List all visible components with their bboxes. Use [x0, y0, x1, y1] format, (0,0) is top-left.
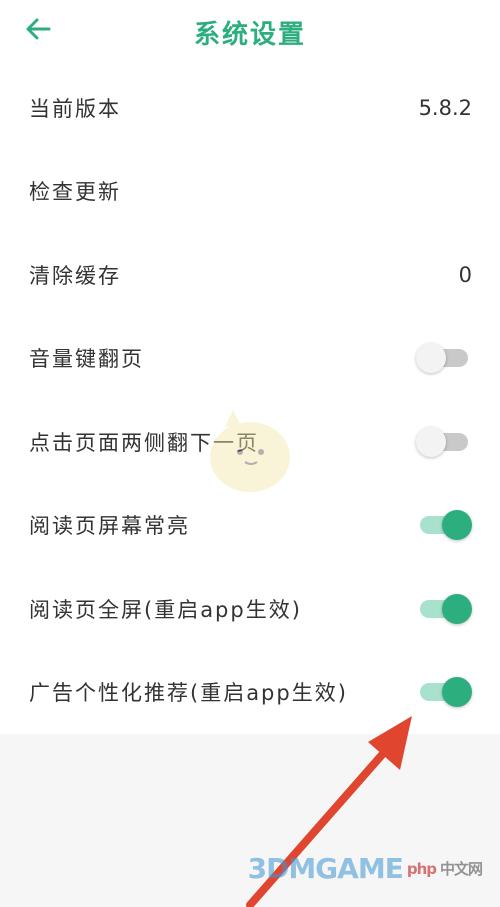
- keep-screen-on-toggle[interactable]: [416, 510, 472, 541]
- personalized-ads-toggle[interactable]: [416, 677, 472, 708]
- volume-key-flip-toggle[interactable]: [416, 343, 472, 374]
- fullscreen-reading-toggle[interactable]: [416, 593, 472, 624]
- version-value: 5.8.2: [418, 95, 472, 120]
- setting-label: 广告个性化推荐(重启app生效): [29, 681, 348, 706]
- header-bar: 系统设置: [0, 0, 500, 62]
- setting-label: 当前版本: [29, 96, 121, 121]
- watermark-php: php: [406, 859, 437, 878]
- setting-label: 检查更新: [29, 180, 121, 205]
- site-watermark: 3DMGAME php 中文网: [247, 852, 483, 885]
- setting-label: 阅读页屏幕常亮: [29, 514, 190, 539]
- settings-row-version: 当前版本 5.8.2: [0, 66, 500, 150]
- toggle-knob: [442, 593, 472, 624]
- toggle-knob: [416, 343, 446, 374]
- page-title: 系统设置: [193, 20, 306, 50]
- settings-list: 当前版本 5.8.2 检查更新 清除缓存 0 音量键翻页 点击页面两侧翻下一页 …: [0, 66, 500, 734]
- toggle-knob: [442, 677, 472, 708]
- settings-row-volume-key-flip: 音量键翻页: [0, 317, 500, 401]
- cache-size-value: 0: [458, 262, 472, 287]
- watermark-site-name: 3DMGAME: [247, 852, 404, 885]
- setting-label: 音量键翻页: [29, 347, 144, 372]
- setting-label: 清除缓存: [29, 263, 121, 288]
- mascot-watermark-icon: [210, 410, 290, 492]
- setting-label: 阅读页全屏(重启app生效): [29, 597, 302, 622]
- settings-row-clear-cache[interactable]: 清除缓存 0: [0, 233, 500, 317]
- tap-sides-flip-toggle[interactable]: [416, 426, 472, 457]
- settings-row-fullscreen-reading: 阅读页全屏(重启app生效): [0, 567, 500, 651]
- settings-row-check-update[interactable]: 检查更新: [0, 150, 500, 234]
- settings-row-personalized-ads: 广告个性化推荐(重启app生效): [0, 651, 500, 735]
- toggle-knob: [442, 510, 472, 541]
- watermark-cn: 中文网: [439, 860, 483, 878]
- toggle-knob: [416, 426, 446, 457]
